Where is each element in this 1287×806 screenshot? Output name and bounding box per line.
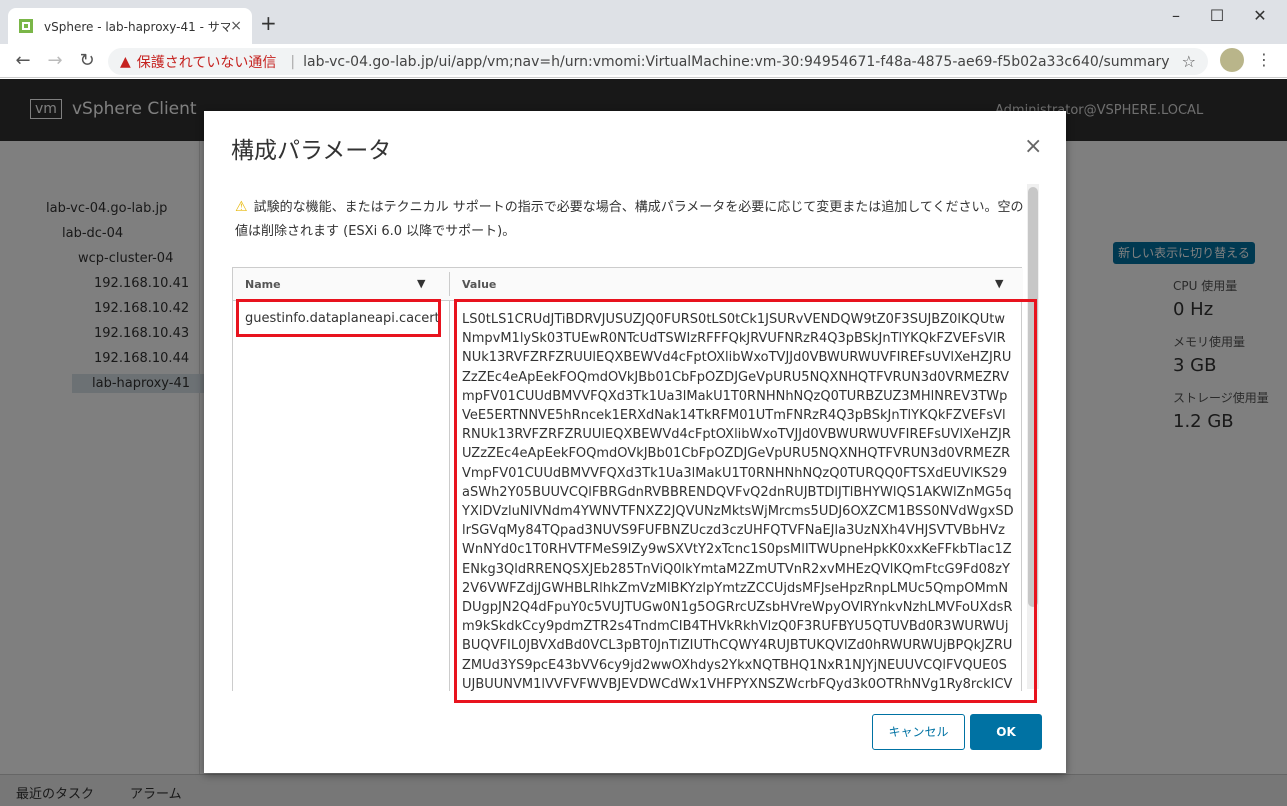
profile-avatar[interactable] — [1220, 48, 1244, 72]
value-column-header[interactable]: Value — [462, 278, 496, 291]
back-icon[interactable]: ← — [12, 50, 34, 72]
security-warning-icon: ▲ — [120, 53, 131, 70]
browser-tab[interactable]: vSphere - lab-haproxy-41 - サマリ × — [8, 8, 252, 44]
address-bar[interactable]: ▲ 保護されていない通信 | lab-vc-04.go-lab.jp/ui/ap… — [108, 48, 1208, 75]
dialog-title: 構成パラメータ — [231, 138, 392, 164]
browser-tabbar: vSphere - lab-haproxy-41 - サマリ × + – ☐ ✕ — [0, 0, 1287, 44]
url-text[interactable]: lab-vc-04.go-lab.jp/ui/app/vm;nav=h/urn:… — [303, 54, 1182, 70]
column-divider — [449, 272, 450, 296]
vsphere-favicon-icon — [19, 19, 33, 33]
name-column-header[interactable]: Name — [245, 278, 281, 291]
highlight-box-value — [454, 299, 1037, 703]
tab-title: vSphere - lab-haproxy-41 - サマリ — [44, 19, 231, 34]
close-icon[interactable]: × — [1024, 136, 1042, 158]
address-separator: | — [290, 53, 296, 70]
info-text: 試験的な機能、またはテクニカル サポートの指示で必要な場合、構成パラメータを必要… — [235, 200, 1024, 239]
warning-icon: ⚠ — [235, 199, 248, 215]
maximize-icon[interactable]: ☐ — [1207, 6, 1227, 26]
ok-button[interactable]: OK — [970, 714, 1042, 750]
reload-icon[interactable]: ↻ — [76, 50, 98, 72]
highlight-box-name — [236, 299, 441, 337]
security-warning-text[interactable]: 保護されていない通信 — [137, 52, 277, 72]
forward-icon[interactable]: → — [44, 50, 66, 72]
browser-menu-icon[interactable]: ⋮ — [1256, 50, 1272, 69]
tab-close-icon[interactable]: × — [230, 18, 242, 34]
config-params-dialog: 構成パラメータ × ⚠ 試験的な機能、またはテクニカル サポートの指示で必要な場合… — [204, 111, 1066, 773]
dialog-footer: キャンセル OK — [204, 711, 1066, 761]
cancel-button[interactable]: キャンセル — [872, 714, 965, 750]
window-close-icon[interactable]: ✕ — [1250, 6, 1270, 26]
value-filter-icon[interactable]: ▼ — [995, 277, 1003, 290]
browser-toolbar: ← → ↻ ▲ 保護されていない通信 | lab-vc-04.go-lab.jp… — [0, 44, 1287, 78]
column-divider — [449, 301, 450, 691]
info-message: ⚠ 試験的な機能、またはテクニカル サポートの指示で必要な場合、構成パラメータを必… — [235, 195, 1025, 244]
name-filter-icon[interactable]: ▼ — [417, 277, 425, 290]
new-tab-icon[interactable]: + — [260, 13, 277, 33]
grid-header: Name ▼ Value ▼ — [233, 268, 1023, 301]
bookmark-star-icon[interactable]: ☆ — [1182, 52, 1196, 71]
minimize-icon[interactable]: – — [1166, 6, 1186, 26]
